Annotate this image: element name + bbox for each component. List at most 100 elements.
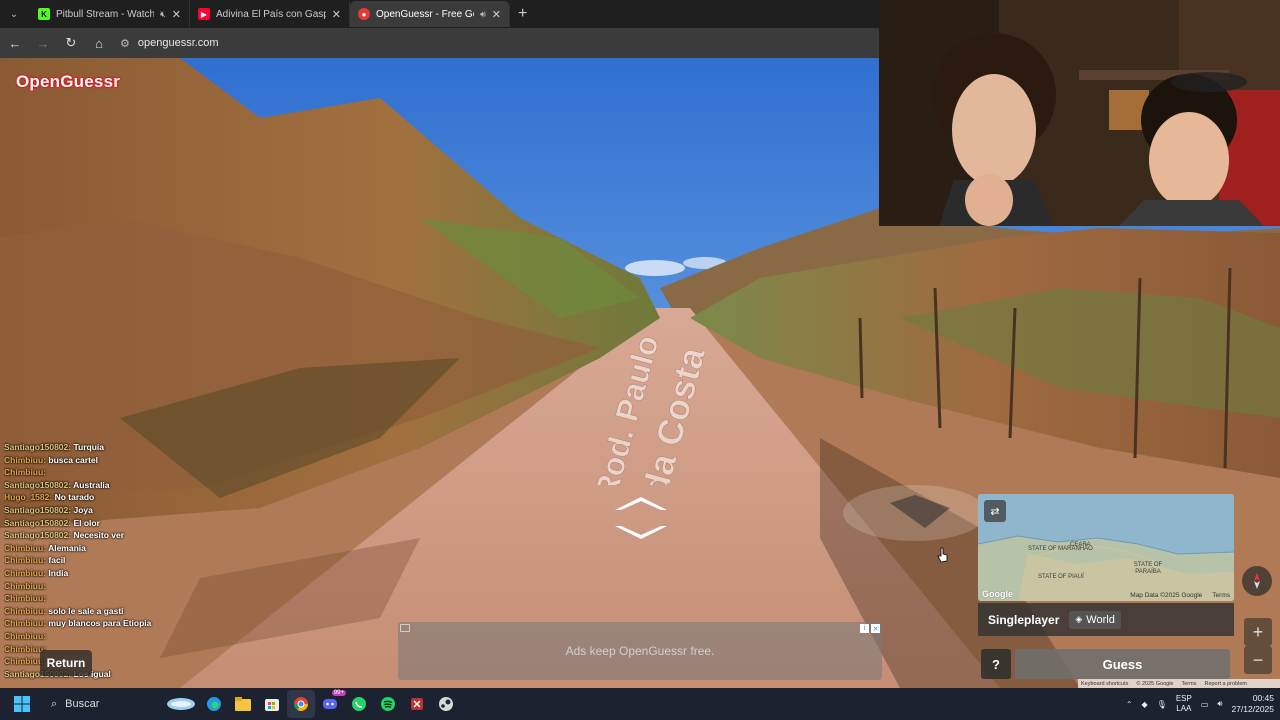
new-tab-button[interactable]: + <box>518 5 527 23</box>
chat-message: Chimbiuu: busca cartel <box>4 454 164 467</box>
notification-badge: 99+ <box>331 690 346 696</box>
app-icon-game[interactable] <box>403 690 431 718</box>
map-selector[interactable]: ◈ World <box>1069 610 1121 629</box>
chat-message: Santiago150802: Joya <box>4 504 164 517</box>
chat-username: Chimbiuu: <box>4 567 47 578</box>
language-code: ESP <box>1175 694 1192 703</box>
chat-username: Chimbiuu: <box>4 454 47 465</box>
chat-text: Alemania <box>48 542 86 553</box>
site-info-icon[interactable]: ⚙ <box>120 37 130 50</box>
chat-username: Hugo_1582: <box>4 492 53 503</box>
microphone-icon[interactable]: 🎙︎ <box>1157 700 1167 709</box>
ad-banner[interactable]: Ads keep OpenGuessr free. i ✕ <box>398 622 882 680</box>
back-icon[interactable]: ← <box>8 36 22 51</box>
openguessr-icon: ● <box>358 8 370 20</box>
forward-icon[interactable]: → <box>36 36 50 51</box>
tab-search-button[interactable]: ⌄ <box>4 4 24 24</box>
map-name: World <box>1086 613 1115 626</box>
home-icon[interactable]: ⌂ <box>92 36 106 51</box>
chat-message: Chimbiuu: India <box>4 567 164 580</box>
chevron-up-icon[interactable]: ⌃ <box>1126 700 1133 709</box>
zoom-out-icon[interactable]: − <box>1244 646 1272 674</box>
keyboard-layout: LAA <box>1176 704 1192 713</box>
guess-minimap[interactable]: ⇄ STATE OF MARANHÃO CEARA STATE OF PIAUÍ… <box>978 494 1234 601</box>
system-tray: ⌃ ◆ 🎙︎ ESP LAA ▭ 🔊︎ 00:45 27/12/2025 <box>1126 688 1274 720</box>
mode-label: Singleplayer <box>988 612 1060 627</box>
tab-youtube[interactable]: ▶ Adivina El País con Gaspi - You ✕ <box>190 1 350 27</box>
close-tab-icon[interactable]: ✕ <box>172 8 181 21</box>
game-mode-bar: Singleplayer ◈ World <box>978 603 1234 636</box>
move-backward-arrow-icon[interactable] <box>613 524 669 542</box>
url-field[interactable]: ⚙ openguessr.com <box>120 37 219 50</box>
youtube-icon: ▶ <box>198 8 210 20</box>
map-attribution: Map Data ©2025 Google Terms <box>1130 592 1230 599</box>
map-settings-icon[interactable]: ⇄ <box>984 500 1006 522</box>
microsoft-store-icon[interactable] <box>258 690 286 718</box>
chat-username: Chimbiuu: <box>4 605 47 616</box>
language-indicator[interactable]: ESP LAA <box>1176 694 1192 714</box>
tab-strip: ⌄ K Pitbull Stream - Watch Live 🔇︎ ✕ ▶ A… <box>0 0 880 28</box>
google-logo: Google <box>982 589 1013 599</box>
ad-info-icon[interactable]: i <box>860 624 869 633</box>
tab-title: Adivina El País con Gaspi - You <box>216 8 326 20</box>
chat-message: Chimbiuu: <box>4 580 164 593</box>
tab-pitbull-stream[interactable]: K Pitbull Stream - Watch Live 🔇︎ ✕ <box>30 1 190 27</box>
file-explorer-icon[interactable] <box>229 690 257 718</box>
terms-link[interactable]: Terms <box>1181 681 1196 687</box>
volume-icon[interactable]: 🔊︎ <box>1217 699 1222 709</box>
reload-icon[interactable]: ↻ <box>64 35 78 51</box>
webcam-overlay <box>879 0 1280 226</box>
openguessr-logo[interactable]: OpenGuessr <box>16 72 120 92</box>
kick-icon: K <box>38 8 50 20</box>
clock[interactable]: 00:45 27/12/2025 <box>1231 693 1274 715</box>
address-bar: ← → ↻ ⌂ ⚙ openguessr.com <box>0 28 880 58</box>
close-tab-icon[interactable]: ✕ <box>492 8 501 21</box>
display-icon[interactable]: ▭ <box>1201 700 1209 709</box>
chat-text: facil <box>48 555 66 566</box>
chat-username: Chimbiuu: <box>4 593 47 604</box>
zoom-in-icon[interactable]: + <box>1244 618 1272 646</box>
shield-icon[interactable]: ◆ <box>1142 700 1148 709</box>
chat-text: India <box>48 567 69 578</box>
help-button[interactable]: ? <box>981 649 1011 679</box>
speaker-icon[interactable]: 🔊︎ <box>480 9 486 20</box>
chat-username: Santiago150802: <box>4 530 72 541</box>
chat-text: El olor <box>73 517 100 528</box>
tab-title: Pitbull Stream - Watch Live <box>56 8 155 20</box>
discord-icon[interactable]: 99+ <box>316 690 346 718</box>
chat-message: Santiago150802: El olor <box>4 517 164 530</box>
edge-icon[interactable] <box>200 690 228 718</box>
move-forward-arrow-icon[interactable] <box>613 494 669 512</box>
taskbar-search[interactable]: ⌕ Buscar <box>43 692 153 716</box>
broken-image-icon <box>400 624 410 632</box>
widgets-icon[interactable] <box>163 690 199 718</box>
map-label-piaui: STATE OF PIAUÍ <box>1038 574 1084 580</box>
app-icon-steam[interactable] <box>432 690 460 718</box>
keyboard-shortcuts-link[interactable]: Keyboard shortcuts <box>1081 681 1128 687</box>
chrome-icon[interactable] <box>287 690 315 718</box>
report-problem-link[interactable]: Report a problem <box>1204 681 1247 687</box>
chat-message: Chimbiuu: Alemania <box>4 542 164 555</box>
map-terms-link[interactable]: Terms <box>1212 592 1230 599</box>
chat-text: Necesito ver <box>73 530 125 541</box>
chat-text: Australia <box>73 479 110 490</box>
chat-username: Santiago150802: <box>4 504 72 515</box>
muted-speaker-icon[interactable]: 🔇︎ <box>160 9 166 20</box>
close-tab-icon[interactable]: ✕ <box>332 8 341 21</box>
chat-message: Chimbiuu: <box>4 592 164 605</box>
map-label-paraiba: STATE OF PARAÍBA <box>1133 562 1163 575</box>
windows-start-icon[interactable] <box>8 690 36 718</box>
search-icon: ⌕ <box>51 697 58 710</box>
ad-close-icon[interactable]: ✕ <box>871 624 880 633</box>
guess-button[interactable]: Guess <box>1015 649 1230 679</box>
chat-text: busca cartel <box>48 454 99 465</box>
return-button[interactable]: Return <box>40 650 92 676</box>
tab-openguessr[interactable]: ● OpenGuessr - Free GeoGue 🔊︎ ✕ <box>350 1 510 27</box>
copyright-text: © 2025 Google <box>1136 680 1174 687</box>
chat-username: Chimbiuu: <box>4 630 47 641</box>
compass-icon[interactable] <box>1242 566 1272 596</box>
map-data-text: Map Data ©2025 Google <box>1130 592 1203 599</box>
spotify-icon[interactable] <box>374 690 402 718</box>
chat-message: Santiago150802: Turquia <box>4 441 164 454</box>
whatsapp-icon[interactable] <box>345 690 373 718</box>
